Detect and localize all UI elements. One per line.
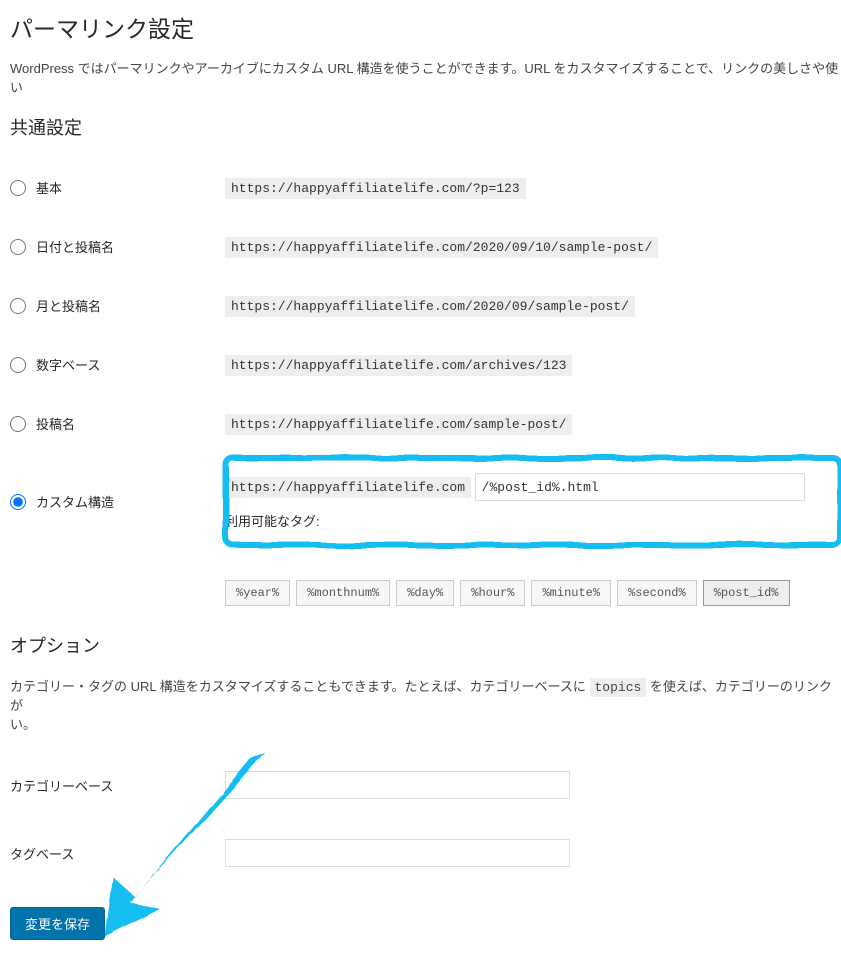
tag-button[interactable]: %second%: [617, 580, 697, 606]
radio-plain[interactable]: [10, 180, 26, 196]
option-plain[interactable]: 基本: [10, 178, 215, 197]
option-custom-label: カスタム構造: [36, 492, 114, 511]
category-base-input[interactable]: [225, 771, 570, 799]
options-desc-tail: い。: [10, 717, 36, 732]
radio-month-name[interactable]: [10, 298, 26, 314]
option-plain-label: 基本: [36, 178, 62, 197]
option-post-name-example: https://happyaffiliatelife.com/sample-po…: [225, 414, 572, 435]
option-day-name-label: 日付と投稿名: [36, 237, 114, 256]
optional-settings-table: カテゴリーベース タグベース: [10, 751, 841, 887]
option-numeric-example: https://happyaffiliatelife.com/archives/…: [225, 355, 572, 376]
option-month-name-label: 月と投稿名: [36, 296, 101, 315]
option-numeric-label: 数字ベース: [36, 355, 100, 374]
options-desc-code: topics: [590, 678, 647, 697]
tag-base-label: タグベース: [10, 819, 225, 887]
option-plain-example: https://happyaffiliatelife.com/?p=123: [225, 178, 526, 199]
page-title: パーマリンク設定: [10, 10, 841, 44]
option-day-name-example: https://happyaffiliatelife.com/2020/09/1…: [225, 237, 658, 258]
option-post-name-label: 投稿名: [36, 414, 75, 433]
highlight-annotation: [223, 455, 841, 548]
option-month-name-example: https://happyaffiliatelife.com/2020/09/s…: [225, 296, 635, 317]
radio-day-name[interactable]: [10, 239, 26, 255]
permalink-options-table: 基本 https://happyaffiliatelife.com/?p=123…: [10, 158, 841, 632]
tag-button[interactable]: %day%: [396, 580, 454, 606]
category-base-label: カテゴリーベース: [10, 751, 225, 819]
tag-button[interactable]: %post_id%: [703, 580, 790, 606]
tag-base-input[interactable]: [225, 839, 570, 867]
available-tags-label: 利用可能なタグ:: [225, 511, 831, 530]
common-settings-heading: 共通設定: [10, 114, 841, 140]
option-month-name[interactable]: 月と投稿名: [10, 296, 215, 315]
tag-button[interactable]: %hour%: [460, 580, 525, 606]
option-custom[interactable]: カスタム構造: [10, 492, 215, 511]
intro-text: WordPress ではパーマリンクやアーカイブにカスタム URL 構造を使うこ…: [10, 58, 841, 96]
options-heading: オプション: [10, 632, 841, 658]
tag-button[interactable]: %minute%: [531, 580, 611, 606]
options-desc: カテゴリー・タグの URL 構造をカスタマイズすることもできます。たとえば、カテ…: [10, 676, 841, 733]
radio-custom[interactable]: [10, 494, 26, 510]
option-day-name[interactable]: 日付と投稿名: [10, 237, 215, 256]
option-post-name[interactable]: 投稿名: [10, 414, 215, 433]
custom-base-url: https://happyaffiliatelife.com: [225, 477, 471, 498]
radio-numeric[interactable]: [10, 357, 26, 373]
option-numeric[interactable]: 数字ベース: [10, 355, 215, 374]
tag-button[interactable]: %year%: [225, 580, 290, 606]
tag-button[interactable]: %monthnum%: [296, 580, 390, 606]
custom-structure-input[interactable]: [475, 473, 805, 501]
options-desc-pre: カテゴリー・タグの URL 構造をカスタマイズすることもできます。たとえば、カテ…: [10, 679, 590, 694]
tag-buttons-row: %year%%monthnum%%day%%hour%%minute%%seco…: [225, 580, 831, 612]
radio-post-name[interactable]: [10, 416, 26, 432]
save-button[interactable]: 変更を保存: [10, 907, 105, 940]
